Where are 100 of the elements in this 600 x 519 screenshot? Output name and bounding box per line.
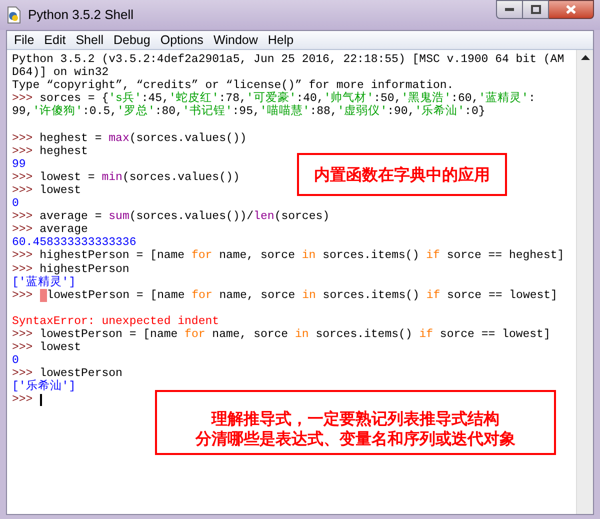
code-text: lowestPerson xyxy=(40,367,122,380)
code-text: : xyxy=(528,92,536,106)
menu-item[interactable]: Shell xyxy=(70,30,108,50)
code-text: (sorces.values()) xyxy=(122,170,240,184)
code-text: highestPerson xyxy=(38,262,130,276)
code-text: sorces = { xyxy=(38,92,109,106)
keyword: for xyxy=(192,288,212,302)
annotation-text: 内置函数在字典中的应用 xyxy=(314,164,490,184)
menu-item[interactable]: File xyxy=(9,30,40,50)
string-literal: '蓝精灵' xyxy=(478,92,528,106)
output-text: 99 xyxy=(12,158,26,171)
menu-item[interactable]: Window xyxy=(208,30,263,50)
prompt: >>> xyxy=(12,170,33,184)
menu-item[interactable]: Options xyxy=(155,30,208,50)
string-literal: '罗总' xyxy=(117,105,155,118)
python-file-icon xyxy=(6,6,22,24)
code-text: lowest xyxy=(38,184,82,198)
prompt: >>> xyxy=(12,249,33,262)
prompt: >>> xyxy=(12,288,33,302)
prompt: >>> xyxy=(12,144,33,158)
code-text: :80, xyxy=(154,105,182,118)
string-literal: 's兵' xyxy=(108,92,142,106)
code-text: sorces.items() xyxy=(322,288,420,302)
prompt: >>> xyxy=(12,341,33,354)
code-text: :40, xyxy=(296,92,324,106)
maximize-icon xyxy=(530,5,540,14)
code-text: sorces.items() xyxy=(322,249,420,262)
prompt: >>> xyxy=(12,92,33,106)
output-text: ['乐希汕'] xyxy=(12,380,76,394)
code-text: average xyxy=(38,223,88,236)
code-text: (sorces.values())/ xyxy=(129,210,254,224)
close-button[interactable] xyxy=(549,0,594,19)
output-text: 60.458333333333336 xyxy=(12,236,136,250)
string-literal: '许傻狗' xyxy=(32,105,83,118)
code-text: heghest = xyxy=(38,132,103,145)
keyword: in xyxy=(302,249,316,262)
prompt: >>> xyxy=(12,132,33,145)
code-text: sorce == heghest] xyxy=(446,249,564,262)
code-text: lowest = xyxy=(38,170,96,184)
code-text: lowestPerson = [name xyxy=(38,328,179,342)
output-text: ['蓝精灵'] xyxy=(12,276,76,289)
builtin-name: sum xyxy=(108,210,130,224)
menu-item[interactable]: Edit xyxy=(39,30,71,50)
code-text: :45, xyxy=(141,92,169,106)
code-text: name, sorce xyxy=(211,328,290,342)
builtin-name: len xyxy=(254,210,274,224)
scrollbar[interactable] xyxy=(576,50,593,514)
code-text: sorces.items() xyxy=(314,328,414,342)
prompt: >>> xyxy=(12,393,33,407)
output-text: 0 xyxy=(12,197,19,210)
string-literal: '乐希汕' xyxy=(414,105,465,118)
string-literal: '黑鬼浩' xyxy=(401,92,452,106)
keyword: for xyxy=(184,328,206,342)
keyword: if xyxy=(419,328,434,342)
code-text: sorce == lowest] xyxy=(438,328,550,342)
keyword: in xyxy=(302,288,316,302)
code-text: lowest xyxy=(38,341,82,354)
keyword: if xyxy=(426,249,440,262)
output-text: Type “copyright”, “credits” or “license()” for more information. xyxy=(12,79,454,92)
code-text: heghest xyxy=(38,144,88,158)
code-text: :90, xyxy=(387,105,415,118)
code-text: :0.5, xyxy=(82,105,118,118)
maximize-button[interactable] xyxy=(523,0,549,19)
code-text: 99, xyxy=(12,105,33,118)
code-text: name, sorce xyxy=(218,249,296,262)
string-literal: '书记锃' xyxy=(182,105,232,118)
menu-item[interactable]: Help xyxy=(262,30,299,50)
string-literal: '帅气材' xyxy=(324,92,374,106)
keyword: in xyxy=(294,328,309,342)
menu-item[interactable]: Debug xyxy=(108,30,156,50)
code-text: :95, xyxy=(232,105,260,118)
prompt: >>> xyxy=(12,262,33,276)
output-text: Python 3.5.2 (v3.5.2:4def2a2901a5, Jun 25 2016, 22:18:55) [MSC v.1900 64 bit (AM xyxy=(12,53,564,66)
error-message: SyntaxError: unexpected indent xyxy=(12,314,220,328)
output-text: D64)] on win32 xyxy=(12,66,109,80)
keyword: if xyxy=(426,288,440,302)
string-literal: '虚弱仪' xyxy=(337,105,388,118)
code-text: :78, xyxy=(218,92,246,106)
code-text: highestPerson = [name xyxy=(38,249,186,262)
code-text: :0} xyxy=(464,105,486,118)
keyword: for xyxy=(191,249,212,262)
code-text: :88, xyxy=(310,105,338,118)
string-literal: '可爱豪' xyxy=(246,92,296,106)
code-text: average = xyxy=(38,210,103,224)
string-literal: '喵喵慧' xyxy=(260,105,310,118)
code-text: (sorces.values()) xyxy=(129,132,247,145)
code-text: :50, xyxy=(374,92,402,106)
output-text: 0 xyxy=(12,354,19,368)
code-text: name, sorce xyxy=(218,288,296,302)
code-text: :60, xyxy=(451,92,479,106)
annotation-text: 理解推导式，一定要熟记列表推导式结构 分清哪些是表达式、变量名和序列或迭代对象 xyxy=(196,408,516,448)
builtin-name: max xyxy=(108,132,130,145)
code-text: lowestPerson = [name xyxy=(46,288,186,302)
prompt: >>> xyxy=(12,184,33,198)
close-icon xyxy=(566,5,576,14)
builtin-name: min xyxy=(102,170,122,184)
code-text: (sorces) xyxy=(274,210,330,224)
string-literal: '蛇皮红' xyxy=(168,92,219,106)
prompt: >>> xyxy=(12,328,33,342)
minimize-button[interactable] xyxy=(496,0,523,19)
